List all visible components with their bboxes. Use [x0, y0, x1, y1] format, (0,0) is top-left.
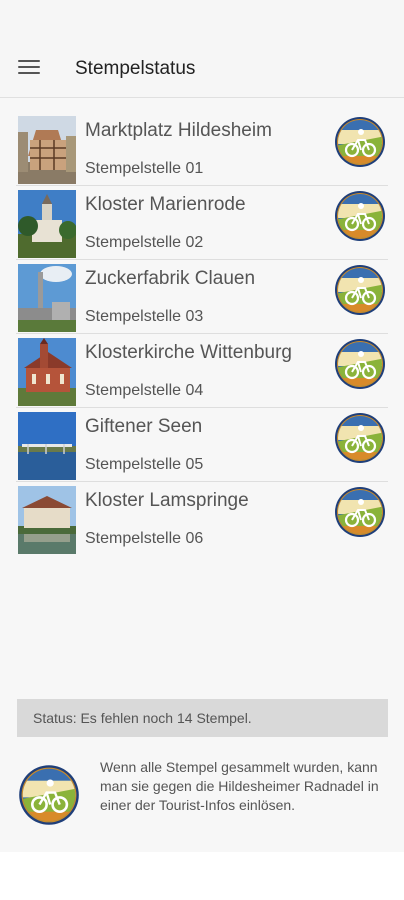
status-bar: Status: Es fehlen noch 14 Stempel.: [17, 699, 388, 737]
cycling-stamp-badge-icon: [334, 264, 386, 316]
app-screen: Stempelstatus Marktplatz Hildesheim Stem…: [0, 0, 404, 852]
cycling-stamp-badge-icon: [334, 190, 386, 242]
station-row-04[interactable]: Klosterkirche Wittenburg Stempelstelle 0…: [16, 334, 388, 408]
station-number: Stempelstelle 04: [85, 382, 204, 399]
app-bar: Stempelstatus: [0, 0, 404, 98]
cycling-stamp-badge-icon: [334, 116, 386, 168]
station-name: Klosterkirche Wittenburg: [85, 342, 292, 363]
station-number: Stempelstelle 01: [85, 160, 204, 177]
half-timbered-house-photo: [18, 116, 76, 184]
cycling-stamp-badge-icon: [18, 764, 80, 826]
station-name: Zuckerfabrik Clauen: [85, 268, 256, 289]
station-row-01[interactable]: Marktplatz Hildesheim Stempelstelle 01: [16, 112, 388, 186]
station-row-05[interactable]: Giftener Seen Stempelstelle 05: [16, 408, 388, 482]
brick-church-photo: [18, 338, 76, 406]
station-name: Marktplatz Hildesheim: [85, 120, 272, 141]
station-name: Kloster Lamspringe: [85, 490, 249, 511]
hamburger-menu-icon[interactable]: [18, 60, 40, 78]
station-number: Stempelstelle 02: [85, 234, 204, 251]
menu-line: [18, 60, 40, 62]
menu-line: [18, 66, 40, 68]
station-number: Stempelstelle 05: [85, 456, 204, 473]
lake-bridge-photo: [18, 412, 76, 480]
station-number: Stempelstelle 06: [85, 530, 204, 547]
cycling-stamp-badge-icon: [334, 486, 386, 538]
cycling-stamp-badge-icon: [334, 338, 386, 390]
sugar-factory-chimney-photo: [18, 264, 76, 332]
station-row-02[interactable]: Kloster Marienrode Stempelstelle 02: [16, 186, 388, 260]
station-name: Giftener Seen: [85, 416, 203, 437]
cycling-stamp-badge-icon: [334, 412, 386, 464]
monastery-tower-photo: [18, 190, 76, 258]
menu-line: [18, 72, 40, 74]
station-name: Kloster Marienrode: [85, 194, 246, 215]
info-text: Wenn alle Stempel gesammelt wurden, kann…: [100, 759, 379, 813]
station-row-06[interactable]: Kloster Lamspringe Stempelstelle 06: [16, 482, 388, 556]
info-section: Wenn alle Stempel gesammelt wurden, kann…: [18, 758, 388, 838]
station-row-03[interactable]: Zuckerfabrik Clauen Stempelstelle 03: [16, 260, 388, 334]
monastery-pond-photo: [18, 486, 76, 554]
station-list: Marktplatz Hildesheim Stempelstelle 01 K…: [16, 112, 388, 556]
page-title: Stempelstatus: [75, 58, 196, 79]
station-number: Stempelstelle 03: [85, 308, 204, 325]
